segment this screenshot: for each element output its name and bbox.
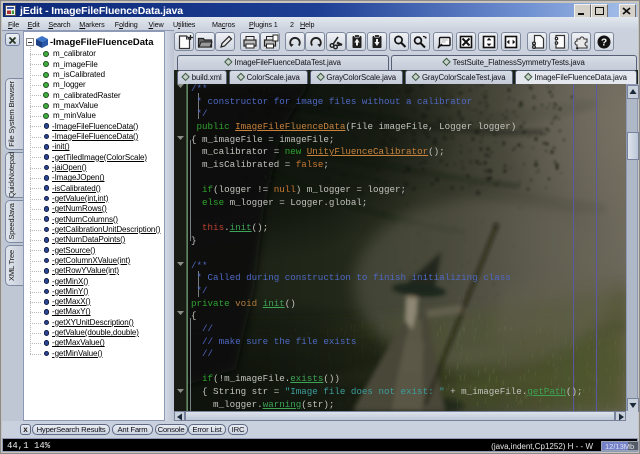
svg-text:?: ? (601, 37, 607, 48)
